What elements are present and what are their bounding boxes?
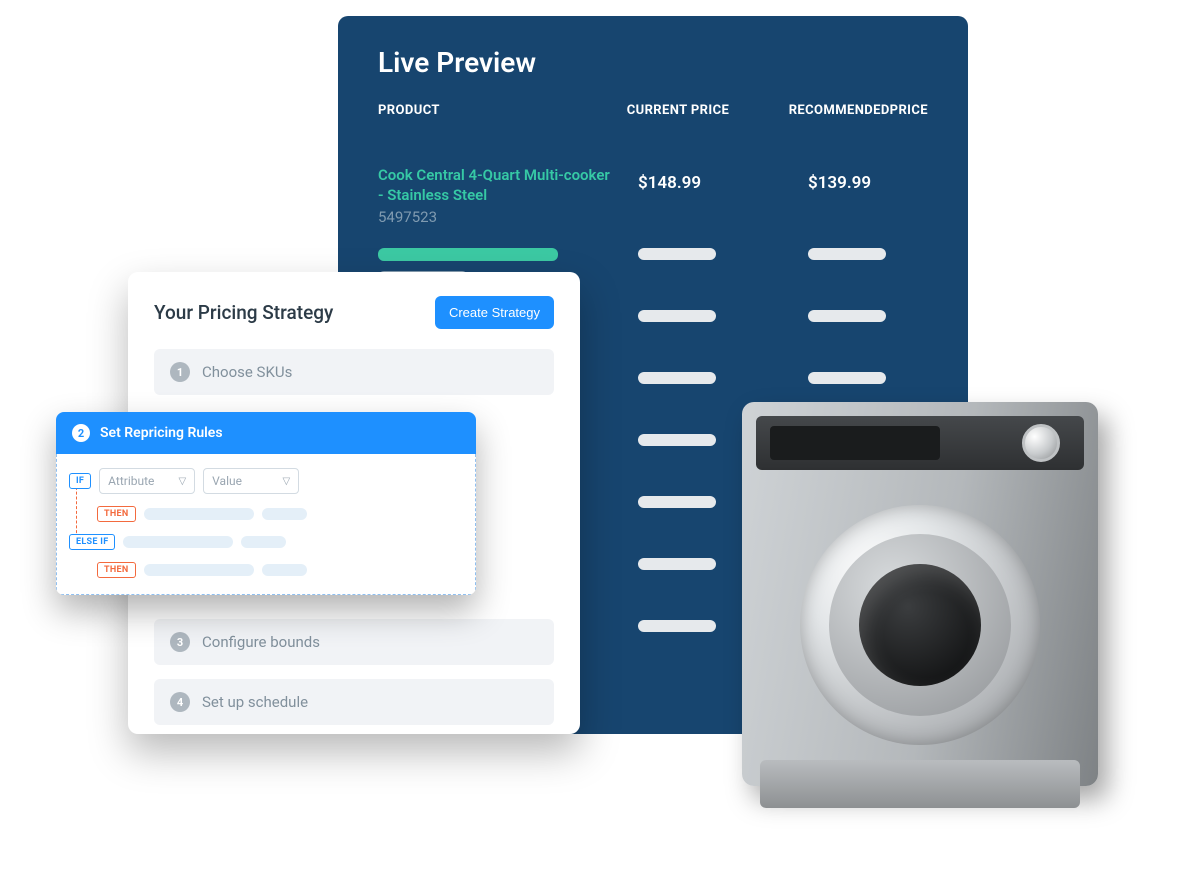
washer-display — [770, 426, 940, 460]
rules-header: 2 Set Repricing Rules — [56, 412, 476, 454]
attribute-select[interactable]: Attribute ▽ — [99, 468, 195, 494]
placeholder-bar — [808, 248, 886, 260]
then-badge: THEN — [97, 562, 136, 578]
recommended-price: $139.99 — [808, 165, 928, 193]
rule-then-line: THEN — [69, 562, 463, 578]
placeholder-bar — [638, 372, 716, 384]
appliance-image — [718, 402, 1126, 848]
placeholder-pill — [262, 564, 307, 576]
placeholder-bar — [638, 620, 716, 632]
repricing-rules-panel: 2 Set Repricing Rules IF Attribute ▽ Val… — [56, 412, 476, 595]
step-label: Set up schedule — [202, 693, 308, 711]
value-select[interactable]: Value ▽ — [203, 468, 299, 494]
step-configure-bounds[interactable]: 3 Configure bounds — [154, 619, 554, 665]
create-strategy-button[interactable]: Create Strategy — [435, 296, 554, 329]
step-label: Choose SKUs — [202, 363, 292, 381]
product-name: Cook Central 4-Quart Multi-cooker - Stai… — [378, 165, 618, 206]
rule-elseif-line: ELSE IF — [69, 534, 463, 550]
placeholder-bar — [638, 434, 716, 446]
washer-glass — [859, 564, 981, 686]
step-number-badge: 4 — [170, 692, 190, 712]
placeholder-bar — [808, 310, 886, 322]
col-header-current: CURRENT PRICE — [627, 103, 789, 118]
washer-door — [800, 505, 1040, 745]
chevron-down-icon: ▽ — [282, 476, 290, 487]
step-number-badge: 1 — [170, 362, 190, 382]
value-placeholder: Value — [212, 474, 242, 488]
live-preview-header-row: PRODUCT CURRENT PRICE RECOMMENDEDPRICE — [378, 103, 928, 143]
placeholder-pill — [144, 508, 254, 520]
placeholder-pill — [144, 564, 254, 576]
strategy-title: Your Pricing Strategy — [154, 301, 333, 324]
rules-title: Set Repricing Rules — [100, 425, 223, 441]
rule-then-line: THEN — [69, 506, 463, 522]
step-label: Configure bounds — [202, 633, 320, 651]
step-number-badge: 2 — [72, 424, 90, 442]
washer-base — [760, 760, 1080, 808]
placeholder-pill — [241, 536, 286, 548]
washer-door-inner — [829, 534, 1011, 716]
current-price: $148.99 — [638, 165, 808, 193]
col-header-product: PRODUCT — [378, 103, 627, 118]
attribute-placeholder: Attribute — [108, 474, 154, 488]
product-row: Cook Central 4-Quart Multi-cooker - Stai… — [378, 165, 928, 226]
placeholder-bar — [638, 558, 716, 570]
product-sku: 5497523 — [378, 208, 618, 226]
placeholder-bar — [638, 310, 716, 322]
chevron-down-icon: ▽ — [178, 476, 186, 487]
live-preview-title: Live Preview — [378, 46, 928, 79]
washer-body — [742, 402, 1098, 786]
col-header-recommended: RECOMMENDEDPRICE — [789, 103, 928, 118]
placeholder-bar — [808, 372, 886, 384]
if-badge: IF — [69, 473, 91, 489]
washer-control-panel — [756, 416, 1084, 470]
rule-if-line: IF Attribute ▽ Value ▽ — [69, 468, 463, 494]
then-badge: THEN — [97, 506, 136, 522]
placeholder-bar — [378, 248, 558, 261]
placeholder-pill — [262, 508, 307, 520]
step-setup-schedule[interactable]: 4 Set up schedule — [154, 679, 554, 725]
placeholder-bar — [638, 496, 716, 508]
placeholder-pill — [123, 536, 233, 548]
placeholder-bar — [638, 248, 716, 260]
washer-dial — [1022, 424, 1060, 462]
step-choose-skus[interactable]: 1 Choose SKUs — [154, 349, 554, 395]
step-number-badge: 3 — [170, 632, 190, 652]
elseif-badge: ELSE IF — [69, 534, 115, 550]
